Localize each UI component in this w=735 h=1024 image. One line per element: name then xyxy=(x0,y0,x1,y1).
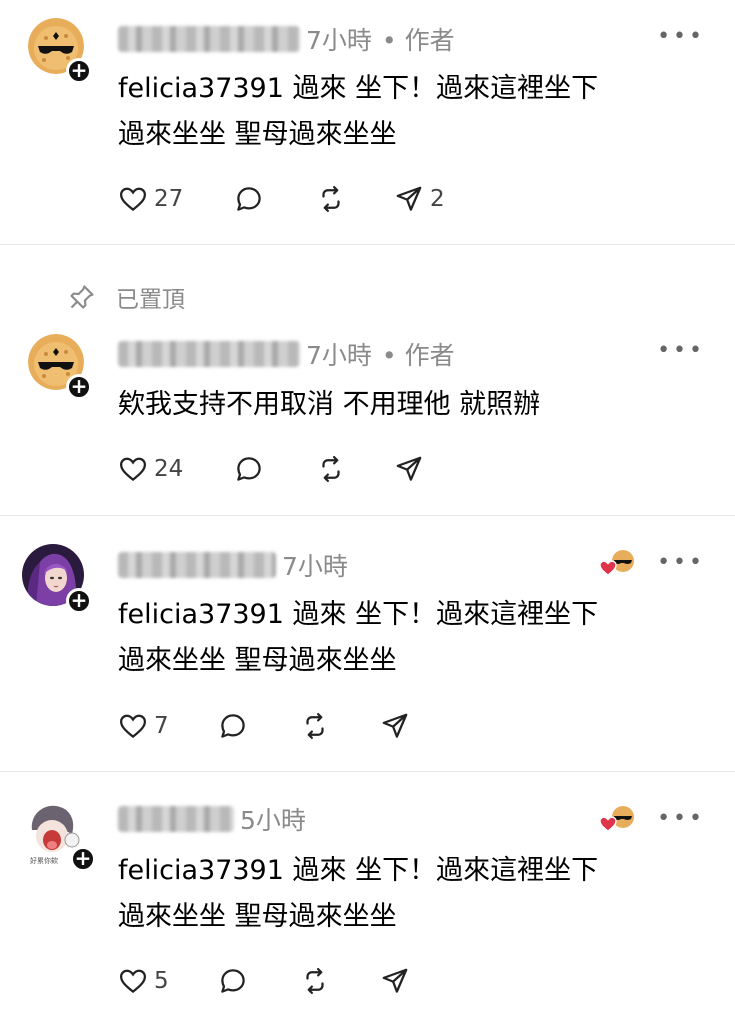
post-text-line: felicia37391 過來 坐下！過來這裡坐下 xyxy=(118,73,599,104)
post-2: + 7小時 • 作者 ••• 欸我支持不用取消 不用理他 就照辦 24 xyxy=(0,320,735,515)
divider xyxy=(0,244,735,245)
author-tag: • 作者 xyxy=(381,26,455,55)
post-time: 7小時 xyxy=(306,26,372,55)
repost-button[interactable] xyxy=(300,711,380,741)
repost-button[interactable] xyxy=(316,184,394,214)
comment-icon xyxy=(237,187,261,211)
pin-icon xyxy=(70,285,94,309)
comment-icon xyxy=(237,457,261,481)
share-icon xyxy=(396,186,422,211)
blurred-username[interactable] xyxy=(118,552,276,578)
action-bar: 5 xyxy=(118,964,410,998)
pinned-label: 已置頂 xyxy=(116,287,185,313)
follow-plus-button[interactable]: + xyxy=(66,58,92,84)
post-header: 5小時 xyxy=(118,802,306,836)
post-text: felicia37391 過來 坐下！過來這裡坐下 過來坐坐 聖母過來坐坐 xyxy=(118,592,678,684)
like-button[interactable]: 7 xyxy=(118,711,218,741)
heart-icon xyxy=(119,187,147,212)
post-header: 7小時 • 作者 xyxy=(118,22,455,56)
more-icon[interactable]: ••• xyxy=(657,806,705,831)
comment-button[interactable] xyxy=(218,711,300,741)
heart-icon xyxy=(119,969,147,994)
heart-icon xyxy=(119,714,147,739)
author-liked-indicator xyxy=(599,804,635,834)
author-liked-indicator xyxy=(599,548,635,578)
post-text-line: 欸我支持不用取消 不用理他 就照辦 xyxy=(118,389,541,420)
share-icon xyxy=(382,713,408,738)
like-button[interactable]: 24 xyxy=(118,454,234,484)
pinned-indicator: 已置頂 xyxy=(68,282,185,313)
comment-button[interactable] xyxy=(234,454,316,484)
heart-icon xyxy=(599,560,617,576)
like-button[interactable]: 27 xyxy=(118,184,234,214)
avatar[interactable]: + xyxy=(28,334,92,400)
comment-icon xyxy=(221,969,245,993)
more-icon[interactable]: ••• xyxy=(657,24,705,49)
repost-icon xyxy=(322,456,340,482)
comment-button[interactable] xyxy=(218,966,300,996)
post-header: 7小時 • 作者 xyxy=(118,337,455,371)
like-count: 5 xyxy=(154,968,169,994)
follow-plus-button[interactable]: + xyxy=(66,588,92,614)
post-text-line: 過來坐坐 聖母過來坐坐 xyxy=(118,119,397,150)
like-count: 27 xyxy=(154,186,184,212)
post-time: 5小時 xyxy=(240,806,306,835)
action-bar: 24 xyxy=(118,452,424,486)
comment-button[interactable] xyxy=(234,184,316,214)
post-text: felicia37391 過來 坐下！過來這裡坐下 過來坐坐 聖母過來坐坐 xyxy=(118,848,678,940)
action-bar: 7 xyxy=(118,709,410,743)
action-bar: 27 2 xyxy=(118,182,445,216)
avatar[interactable]: + xyxy=(22,544,92,614)
blurred-username[interactable] xyxy=(118,26,300,52)
repost-icon xyxy=(322,186,340,212)
post-text-line: 過來坐坐 聖母過來坐坐 xyxy=(118,901,397,932)
avatar-caption: 好累你欸 xyxy=(30,857,58,865)
post-text-line: felicia37391 過來 坐下！過來這裡坐下 xyxy=(118,599,599,630)
like-button[interactable]: 5 xyxy=(118,966,218,996)
avatar[interactable]: + xyxy=(24,800,96,872)
blurred-username[interactable] xyxy=(118,806,234,832)
blurred-username[interactable] xyxy=(118,341,300,367)
share-button[interactable] xyxy=(380,711,410,741)
post-4: + 好累你欸 5小時 ••• felicia37391 過來 坐下！過來這裡坐下… xyxy=(0,772,735,1024)
post-text: felicia37391 過來 坐下！過來這裡坐下 過來坐坐 聖母過來坐坐 xyxy=(118,66,678,158)
post-header: 7小時 xyxy=(118,548,348,582)
post-3: + 7小時 ••• felicia37391 過來 坐下！過來這裡坐下 過來坐坐… xyxy=(0,516,735,771)
post-text-line: felicia37391 過來 坐下！過來這裡坐下 xyxy=(118,855,599,886)
share-count: 2 xyxy=(430,186,445,212)
like-count: 7 xyxy=(154,713,169,739)
more-icon[interactable]: ••• xyxy=(657,338,705,363)
comment-icon xyxy=(221,714,245,738)
follow-plus-button[interactable]: + xyxy=(70,846,96,872)
avatar[interactable]: + xyxy=(28,18,92,84)
author-tag: • 作者 xyxy=(381,341,455,370)
repost-icon xyxy=(306,713,324,739)
post-1: + 7小時 • 作者 ••• felicia37391 過來 坐下！過來這裡坐下… xyxy=(0,0,735,245)
repost-button[interactable] xyxy=(300,966,380,996)
share-button[interactable] xyxy=(394,454,424,484)
post-time: 7小時 xyxy=(282,552,348,581)
post-text: 欸我支持不用取消 不用理他 就照辦 xyxy=(118,382,678,428)
heart-icon xyxy=(599,816,617,832)
follow-plus-button[interactable]: + xyxy=(66,374,92,400)
repost-icon xyxy=(306,968,324,994)
share-button[interactable] xyxy=(380,966,410,996)
heart-icon xyxy=(119,457,147,482)
post-time: 7小時 xyxy=(306,341,372,370)
post-text-line: 過來坐坐 聖母過來坐坐 xyxy=(118,645,397,676)
share-button[interactable]: 2 xyxy=(394,184,445,214)
share-icon xyxy=(382,968,408,993)
repost-button[interactable] xyxy=(316,454,394,484)
like-count: 24 xyxy=(154,456,184,482)
more-icon[interactable]: ••• xyxy=(657,550,705,575)
share-icon xyxy=(396,456,422,481)
